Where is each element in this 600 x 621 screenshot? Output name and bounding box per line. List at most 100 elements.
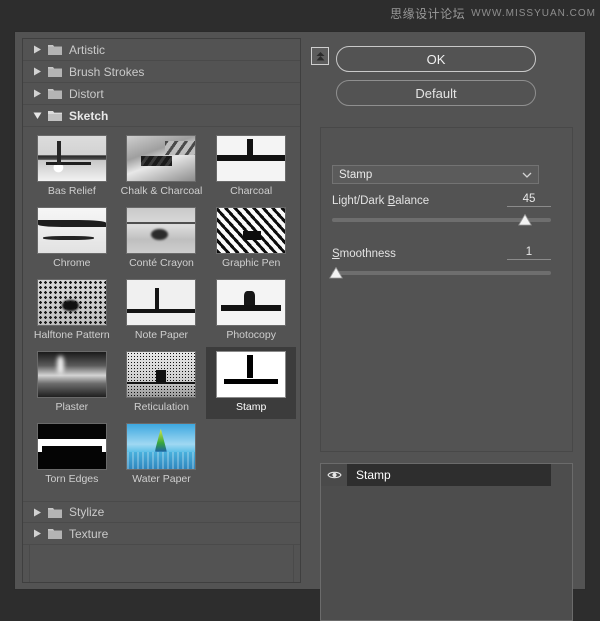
slider-thumb[interactable] [517, 214, 532, 226]
ok-button[interactable]: OK [336, 46, 536, 72]
triangle-right-icon [29, 508, 45, 517]
browser-empty-area [29, 545, 294, 582]
filter-label: Photocopy [226, 329, 276, 341]
slider-track-area[interactable] [329, 267, 551, 281]
filter-thumbnail [36, 423, 107, 470]
filter-select-value: Stamp [339, 168, 373, 181]
controls-panel: OK Default Stamp Light/Dark Balance 45 S… [310, 38, 573, 621]
filter-label: Charcoal [230, 185, 273, 197]
filter-thumbnail [216, 279, 287, 326]
category-label: Stylize [69, 505, 105, 519]
folder-icon [45, 507, 65, 518]
filter-cell-torn-edges[interactable]: Torn Edges [27, 419, 117, 491]
filter-gallery-window: 思缘设计论坛 WWW.MISSYUAN.COM Artistic Brush S… [0, 0, 600, 621]
triangle-right-icon [29, 45, 45, 54]
filter-thumbnail [126, 207, 197, 254]
filter-cell-halftone-pattern[interactable]: Halftone Pattern [27, 275, 117, 347]
filter-cell-photocopy[interactable]: Photocopy [206, 275, 296, 347]
grid-spacer [23, 491, 300, 499]
category-row-artistic[interactable]: Artistic [23, 39, 300, 61]
action-buttons: OK Default [336, 46, 536, 106]
category-label: Brush Strokes [69, 64, 145, 79]
slider-value-field[interactable]: 45 [507, 193, 551, 207]
category-row-sketch[interactable]: Sketch [23, 105, 300, 127]
filter-cell-plaster[interactable]: Plaster [27, 347, 117, 419]
filter-cell-charcoal[interactable]: Charcoal [206, 131, 296, 203]
slider-label: Smoothness [332, 248, 396, 260]
category-row-brush-strokes[interactable]: Brush Strokes [23, 61, 300, 83]
folder-open-icon [45, 110, 65, 121]
filter-cell-note-paper[interactable]: Note Paper [117, 275, 207, 347]
category-label: Artistic [69, 42, 105, 57]
triangle-down-icon [29, 111, 45, 120]
filter-cell-bas-relief[interactable]: Bas Relief [27, 131, 117, 203]
filter-thumbnail [216, 207, 287, 254]
filter-select[interactable]: Stamp [332, 165, 539, 184]
folder-icon [45, 88, 65, 99]
folder-icon [45, 66, 65, 77]
folder-icon [45, 528, 65, 539]
filter-label: Conté Crayon [129, 257, 194, 269]
filter-thumbnail [216, 135, 287, 182]
filter-label: Chrome [53, 257, 91, 269]
filter-thumbnail-grid: Bas Relief Chalk & Charcoal Charcoal Chr… [23, 127, 300, 501]
filter-thumbnail [126, 351, 197, 398]
layer-name: Stamp [356, 468, 391, 482]
triangle-right-icon [29, 529, 45, 538]
filter-cell-empty [206, 419, 296, 491]
filter-thumbnail [126, 135, 197, 182]
double-chevron-up-icon[interactable] [311, 47, 329, 65]
watermark-site-name: 思缘设计论坛 [390, 7, 466, 21]
filter-cell-conte-crayon[interactable]: Conté Crayon [117, 203, 207, 275]
filter-label: Torn Edges [45, 473, 99, 485]
filter-label: Graphic Pen [221, 257, 281, 269]
eye-icon[interactable] [321, 464, 347, 486]
filter-label: Stamp [235, 401, 267, 413]
filter-cell-chrome[interactable]: Chrome [27, 203, 117, 275]
filter-label: Reticulation [134, 401, 189, 413]
slider-thumb[interactable] [329, 267, 344, 279]
watermark-url: WWW.MISSYUAN.COM [471, 8, 596, 19]
filter-thumbnail [126, 423, 197, 470]
effect-layers-panel: Stamp [320, 463, 573, 621]
slider-value-field[interactable]: 1 [507, 246, 551, 260]
slider-label: Light/Dark Balance [332, 195, 430, 207]
filter-label: Note Paper [134, 329, 189, 341]
filter-label: Bas Relief [47, 185, 96, 197]
filter-cell-stamp[interactable]: Stamp [206, 347, 296, 419]
category-label: Texture [69, 526, 109, 541]
slider-track [332, 271, 551, 275]
layer-row-stamp[interactable]: Stamp [321, 464, 551, 486]
slider-light-dark-balance: Light/Dark Balance 45 [332, 193, 551, 228]
default-button[interactable]: Default [336, 80, 536, 106]
filter-cell-chalk-charcoal[interactable]: Chalk & Charcoal [117, 131, 207, 203]
chevron-down-icon [522, 171, 532, 179]
filter-thumbnail [36, 279, 107, 326]
filter-thumbnail [36, 207, 107, 254]
filter-cell-water-paper[interactable]: Water Paper [117, 419, 207, 491]
category-row-stylize[interactable]: Stylize [23, 501, 300, 523]
filter-cell-graphic-pen[interactable]: Graphic Pen [206, 203, 296, 275]
filter-cell-reticulation[interactable]: Reticulation [117, 347, 207, 419]
category-list-bottom: Stylize Texture [23, 501, 300, 545]
filter-thumbnail [216, 351, 287, 398]
category-label: Sketch [69, 108, 109, 123]
filter-browser-panel: Artistic Brush Strokes Distort Sketch Ba… [22, 38, 301, 583]
triangle-right-icon [29, 89, 45, 98]
category-list-top: Artistic Brush Strokes Distort Sketch [23, 39, 300, 127]
watermark: 思缘设计论坛 WWW.MISSYUAN.COM [390, 5, 596, 22]
filter-label: Chalk & Charcoal [120, 185, 203, 197]
filter-thumbnail [36, 135, 107, 182]
slider-list: Light/Dark Balance 45 Smoothness 1 [329, 193, 551, 299]
triangle-right-icon [29, 67, 45, 76]
folder-icon [45, 44, 65, 55]
filter-label: Water Paper [132, 473, 191, 485]
category-row-distort[interactable]: Distort [23, 83, 300, 105]
filter-label: Halftone Pattern [33, 329, 110, 341]
filter-label: Plaster [55, 401, 89, 413]
category-label: Distort [69, 86, 104, 101]
filter-thumbnail [36, 351, 107, 398]
slider-smoothness: Smoothness 1 [329, 246, 551, 281]
slider-track-area[interactable] [332, 214, 551, 228]
category-row-texture[interactable]: Texture [23, 523, 300, 545]
